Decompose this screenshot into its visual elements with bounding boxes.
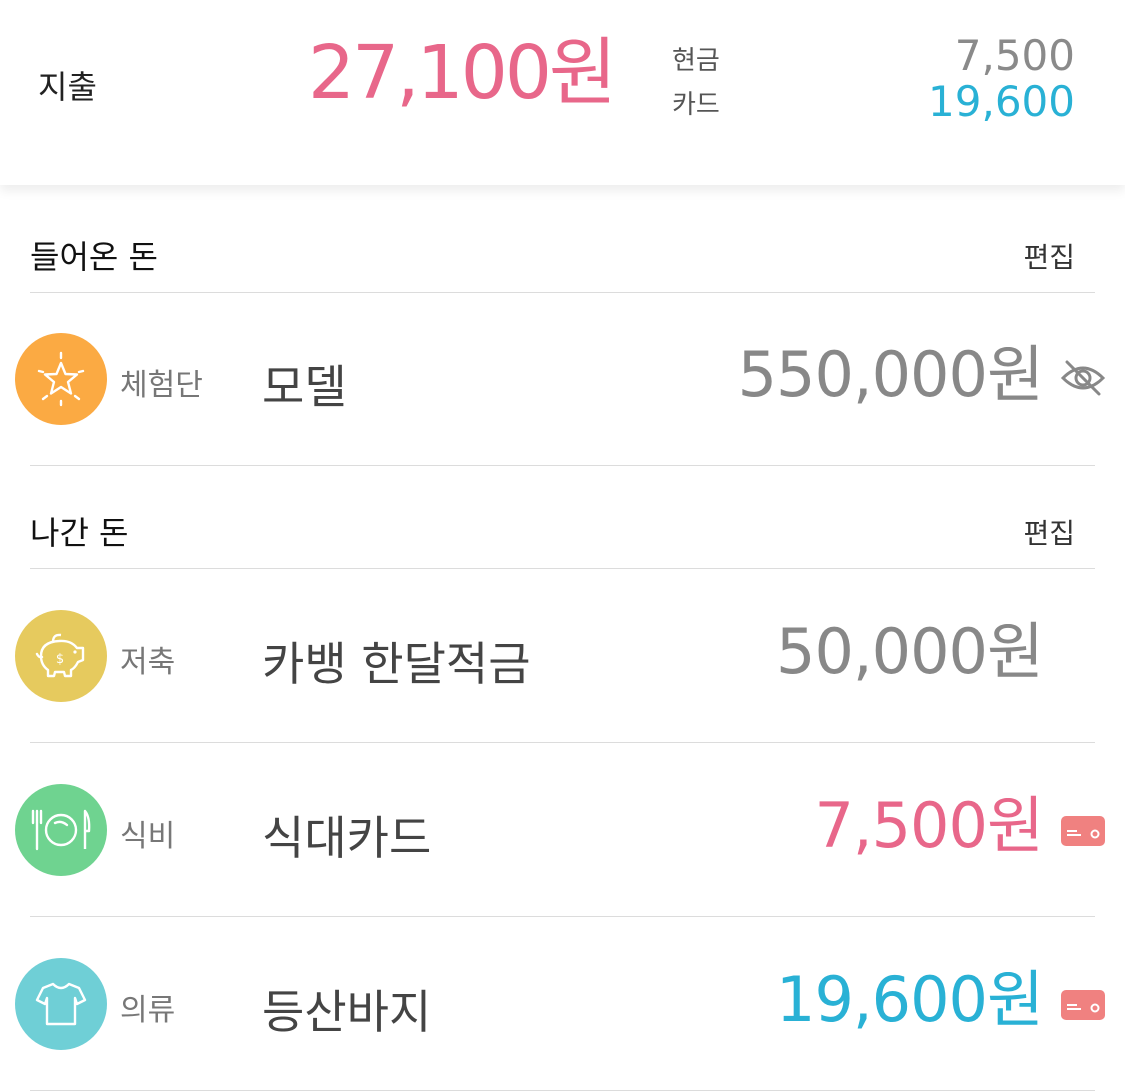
piggy-bank-icon: $ [15, 610, 107, 702]
eye-slash-icon[interactable] [1059, 358, 1107, 398]
card-icon [1061, 816, 1105, 846]
item-amount: 19,600원 [776, 963, 1044, 1036]
income-row-model[interactable]: 체험단 모델 550,000원 [0, 293, 1125, 465]
star-icon [15, 333, 107, 425]
divider [30, 916, 1095, 917]
summary-total: 27,100원 [308, 30, 617, 116]
card-value: 19,600 [928, 77, 1075, 126]
item-amount: 550,000원 [737, 338, 1044, 411]
expense-edit-button[interactable]: 편집 [1023, 512, 1075, 552]
card-icon [1061, 990, 1105, 1020]
cash-label: 현금 [672, 46, 720, 76]
item-description: 등산바지 [262, 985, 432, 1039]
income-edit-button[interactable]: 편집 [1023, 236, 1075, 276]
cash-value: 7,500 [954, 31, 1075, 80]
category-label: 식비 [120, 819, 176, 854]
divider [30, 742, 1095, 743]
summary-title: 지출 [38, 68, 97, 106]
plate-icon [15, 784, 107, 876]
card-label: 카드 [672, 90, 720, 120]
svg-text:$: $ [56, 652, 64, 667]
item-amount: 50,000원 [776, 615, 1044, 688]
divider [30, 465, 1095, 466]
category-label: 저축 [120, 645, 176, 680]
income-section-title: 들어온 돈 [30, 238, 158, 276]
summary-header: 지출 27,100원 현금 카드 7,500 19,600 [0, 0, 1125, 185]
item-amount: 7,500원 [814, 789, 1044, 862]
expense-row-savings[interactable]: $ 저축 카뱅 한달적금 50,000원 [0, 570, 1125, 742]
item-description: 모델 [262, 360, 347, 414]
expense-section-title: 나간 돈 [30, 514, 129, 552]
item-description: 카뱅 한달적금 [262, 637, 531, 691]
divider [30, 568, 1095, 569]
category-label: 체험단 [120, 368, 203, 403]
expense-row-food[interactable]: 식비 식대카드 7,500원 [0, 744, 1125, 916]
category-label: 의류 [120, 993, 176, 1028]
divider [30, 1090, 1095, 1091]
expense-row-clothing[interactable]: 의류 등산바지 19,600원 [0, 918, 1125, 1090]
item-description: 식대카드 [262, 811, 432, 865]
shirt-icon [15, 958, 107, 1050]
